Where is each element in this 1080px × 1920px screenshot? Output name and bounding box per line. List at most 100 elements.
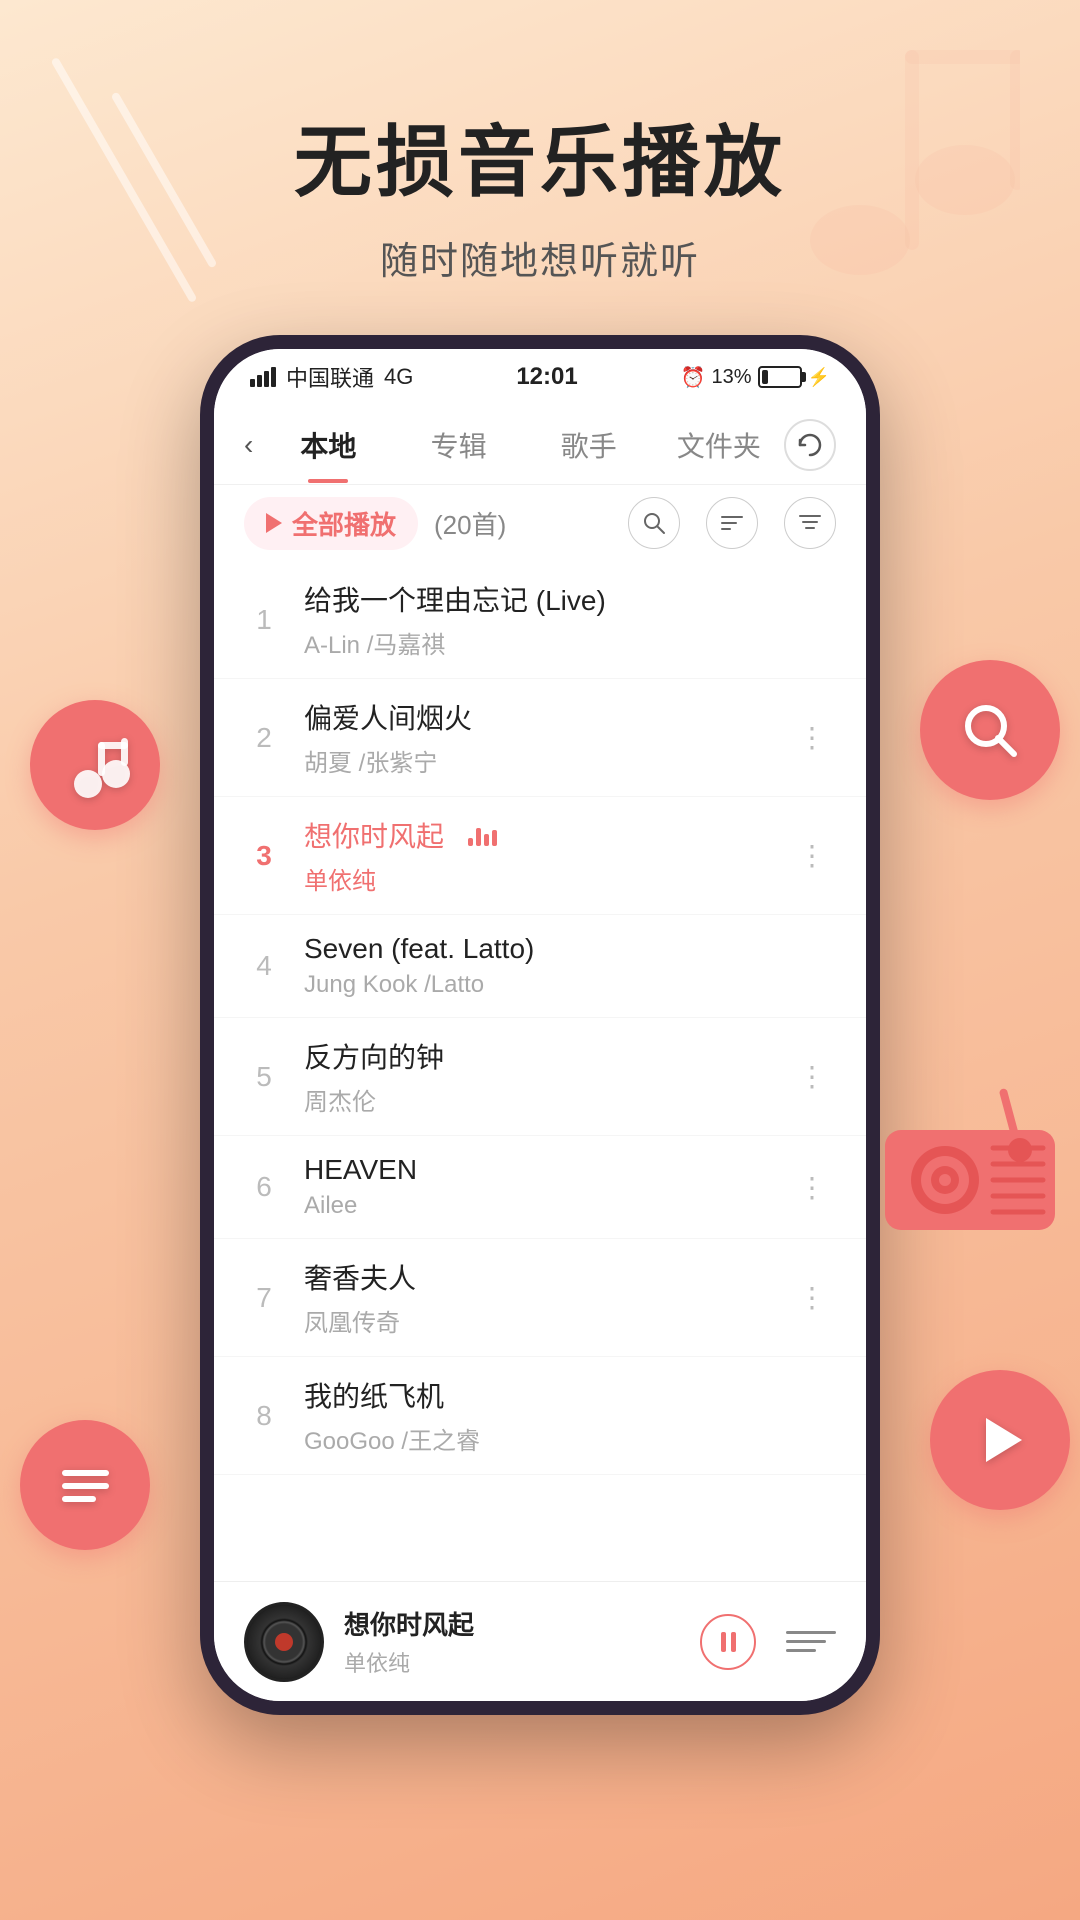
pause-bar-2 bbox=[731, 1632, 736, 1652]
battery-percent: 13% bbox=[712, 366, 752, 389]
song-number: 6 bbox=[244, 1171, 284, 1203]
song-artist: Jung Kook /Latto bbox=[304, 971, 836, 999]
bubble-search[interactable] bbox=[920, 660, 1060, 800]
song-item[interactable]: 6 HEAVEN Ailee ⋮ bbox=[214, 1136, 866, 1239]
song-item-active[interactable]: 3 想你时风起 单依纯 ⋮ bbox=[214, 797, 866, 915]
back-button[interactable]: ‹ bbox=[244, 429, 253, 461]
equalizer bbox=[468, 824, 497, 846]
play-all-button[interactable]: 全部播放 bbox=[244, 497, 418, 550]
filter-button[interactable] bbox=[784, 497, 836, 549]
play-all-bar: 全部播放 (20首) bbox=[214, 485, 866, 561]
song-artist: 凤凰传奇 bbox=[304, 1303, 788, 1338]
song-artist: 周杰伦 bbox=[304, 1082, 788, 1117]
eq-bar-1 bbox=[468, 838, 473, 846]
song-number: 7 bbox=[244, 1282, 284, 1314]
song-title: HEAVEN bbox=[304, 1154, 788, 1186]
song-count: (20首) bbox=[434, 505, 506, 542]
playlist-button[interactable] bbox=[786, 1617, 836, 1667]
mini-player[interactable]: 想你时风起 单依纯 bbox=[214, 1581, 866, 1701]
pause-bar-1 bbox=[721, 1632, 726, 1652]
song-title: 我的纸飞机 bbox=[304, 1375, 836, 1415]
song-item[interactable]: 8 我的纸飞机 GooGoo /王之睿 bbox=[214, 1357, 866, 1475]
more-button[interactable]: ⋮ bbox=[788, 829, 836, 882]
bubble-music[interactable] bbox=[30, 700, 160, 830]
song-artist: Ailee bbox=[304, 1192, 788, 1220]
more-button[interactable]: ⋮ bbox=[788, 1050, 836, 1103]
song-artist-active: 单依纯 bbox=[304, 861, 788, 896]
song-info: 偏爱人间烟火 胡夏 /张紫宁 bbox=[304, 697, 788, 778]
pause-button[interactable] bbox=[700, 1614, 756, 1670]
song-title: Seven (feat. Latto) bbox=[304, 933, 836, 965]
battery-tip bbox=[802, 372, 806, 382]
refresh-button[interactable] bbox=[784, 419, 836, 471]
song-info: 想你时风起 单依纯 bbox=[304, 815, 788, 896]
search-icon bbox=[642, 511, 666, 535]
song-item[interactable]: 7 奢香夫人 凤凰传奇 ⋮ bbox=[214, 1239, 866, 1357]
bubble-list[interactable] bbox=[20, 1420, 150, 1550]
song-title-active: 想你时风起 bbox=[304, 815, 444, 855]
sort-button[interactable] bbox=[706, 497, 758, 549]
signal-bar-2 bbox=[257, 375, 262, 387]
status-right: ⏰ 13% ⚡ bbox=[681, 365, 830, 390]
battery-fill bbox=[762, 370, 768, 384]
tab-artist[interactable]: 歌手 bbox=[524, 425, 654, 465]
song-info: 反方向的钟 周杰伦 bbox=[304, 1036, 788, 1117]
eq-bar-2 bbox=[476, 828, 481, 846]
song-info: 我的纸飞机 GooGoo /王之睿 bbox=[304, 1375, 836, 1456]
carrier-name: 中国联通 bbox=[286, 361, 374, 393]
eq-bar-3 bbox=[484, 834, 489, 846]
hero-title: 无损音乐播放 bbox=[0, 100, 1080, 212]
song-artist: GooGoo /王之睿 bbox=[304, 1421, 836, 1456]
mini-player-title: 想你时风起 bbox=[344, 1605, 680, 1642]
more-button[interactable]: ⋮ bbox=[788, 1271, 836, 1324]
song-item[interactable]: 5 反方向的钟 周杰伦 ⋮ bbox=[214, 1018, 866, 1136]
sort-icon bbox=[720, 511, 744, 535]
alarm-icon: ⏰ bbox=[681, 365, 706, 390]
nav-tabs: ‹ 本地 专辑 歌手 文件夹 bbox=[214, 405, 866, 485]
song-number: 1 bbox=[244, 604, 284, 636]
more-button[interactable]: ⋮ bbox=[788, 1161, 836, 1214]
tab-folder[interactable]: 文件夹 bbox=[654, 425, 784, 465]
phone-frame: 中国联通 4G 12:01 ⏰ 13% ⚡ ‹ 本地 专辑 歌手 文件夹 bbox=[200, 335, 880, 1715]
song-info: HEAVEN Ailee bbox=[304, 1154, 788, 1220]
bubble-play[interactable] bbox=[930, 1370, 1070, 1510]
pause-icon bbox=[721, 1632, 736, 1652]
vinyl-record bbox=[244, 1602, 324, 1682]
song-list: 1 给我一个理由忘记 (Live) A-Lin /马嘉祺 2 偏爱人间烟火 胡夏… bbox=[214, 561, 866, 1609]
song-number: 2 bbox=[244, 722, 284, 754]
phone-wrapper: 中国联通 4G 12:01 ⏰ 13% ⚡ ‹ 本地 专辑 歌手 文件夹 bbox=[0, 335, 1080, 1715]
song-item[interactable]: 2 偏爱人间烟火 胡夏 /张紫宁 ⋮ bbox=[214, 679, 866, 797]
signal-bar-4 bbox=[271, 367, 276, 387]
tab-local[interactable]: 本地 bbox=[263, 425, 393, 465]
list-line-2 bbox=[786, 1640, 826, 1643]
eq-bar-4 bbox=[492, 830, 497, 846]
tab-album[interactable]: 专辑 bbox=[394, 425, 524, 465]
song-number: 8 bbox=[244, 1400, 284, 1432]
signal-bar-3 bbox=[264, 371, 269, 387]
list-line-3 bbox=[786, 1649, 816, 1652]
signal-bars bbox=[250, 367, 276, 387]
song-number: 4 bbox=[244, 950, 284, 982]
song-number: 5 bbox=[244, 1061, 284, 1093]
charging-icon: ⚡ bbox=[808, 367, 830, 388]
song-number-active: 3 bbox=[244, 840, 284, 872]
song-item[interactable]: 4 Seven (feat. Latto) Jung Kook /Latto bbox=[214, 915, 866, 1018]
search-button[interactable] bbox=[628, 497, 680, 549]
play-all-label: 全部播放 bbox=[292, 505, 396, 542]
song-item[interactable]: 1 给我一个理由忘记 (Live) A-Lin /马嘉祺 bbox=[214, 561, 866, 679]
song-title: 偏爱人间烟火 bbox=[304, 697, 788, 737]
song-info: 奢香夫人 凤凰传奇 bbox=[304, 1257, 788, 1338]
network-type: 4G bbox=[384, 364, 413, 390]
signal-bar-1 bbox=[250, 379, 255, 387]
status-left: 中国联通 4G bbox=[250, 361, 413, 393]
song-title: 给我一个理由忘记 (Live) bbox=[304, 579, 836, 619]
song-info: Seven (feat. Latto) Jung Kook /Latto bbox=[304, 933, 836, 999]
song-artist: 胡夏 /张紫宁 bbox=[304, 743, 788, 778]
song-info: 给我一个理由忘记 (Live) A-Lin /马嘉祺 bbox=[304, 579, 836, 660]
song-title: 反方向的钟 bbox=[304, 1036, 788, 1076]
mini-player-artist: 单依纯 bbox=[344, 1646, 680, 1678]
status-bar: 中国联通 4G 12:01 ⏰ 13% ⚡ bbox=[214, 349, 866, 405]
hero-section: 无损音乐播放 随时随地想听就听 bbox=[0, 0, 1080, 325]
refresh-icon bbox=[796, 431, 824, 459]
more-button[interactable]: ⋮ bbox=[788, 711, 836, 764]
